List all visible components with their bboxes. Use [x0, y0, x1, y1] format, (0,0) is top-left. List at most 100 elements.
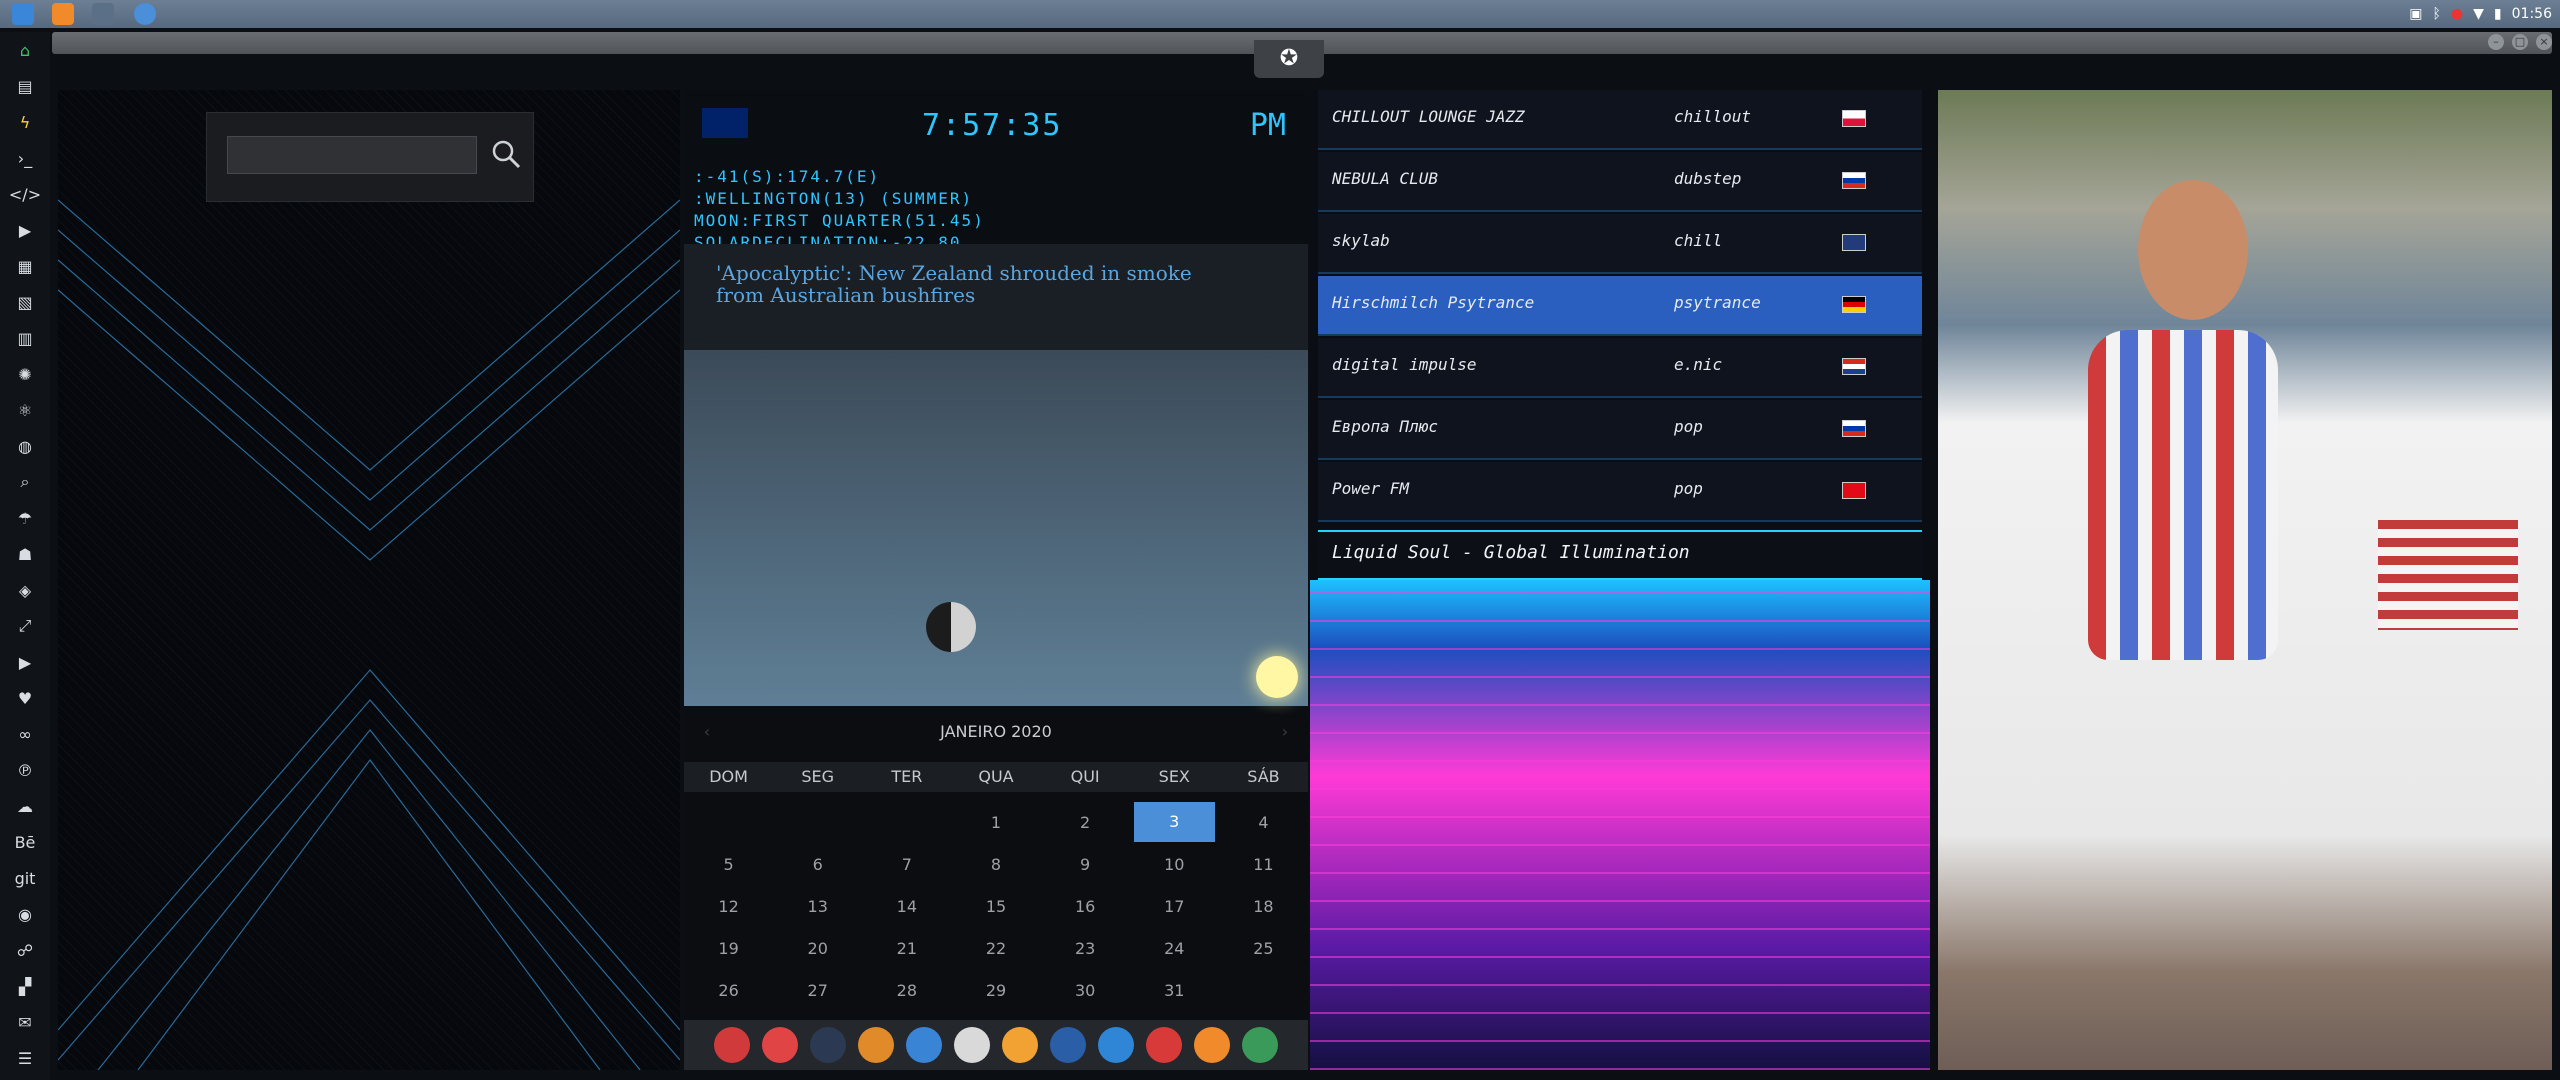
- news-ticker[interactable]: 'Apocalyptic': New Zealand shrouded in s…: [684, 244, 1308, 350]
- calendar-day-today[interactable]: 3: [1133, 802, 1215, 842]
- globe-icon[interactable]: ◍: [0, 428, 50, 464]
- radio-station-row[interactable]: Power FM pop: [1318, 462, 1922, 522]
- calendar-day[interactable]: 19: [684, 928, 773, 970]
- alert-icon[interactable]: ●: [2451, 6, 2463, 22]
- blank-app-icon[interactable]: [92, 3, 114, 25]
- calendar-day[interactable]: 2: [1041, 802, 1130, 844]
- calendar-day[interactable]: 10: [1130, 844, 1219, 886]
- github-icon[interactable]: ◉: [0, 896, 50, 932]
- fullscreen-icon[interactable]: ⤢: [0, 608, 50, 644]
- calendar-day[interactable]: 17: [1130, 886, 1219, 928]
- code-icon[interactable]: </>: [0, 176, 50, 212]
- calendar-day[interactable]: 7: [862, 844, 951, 886]
- calendar-day[interactable]: 1: [951, 802, 1040, 844]
- photos-icon[interactable]: [858, 1027, 894, 1063]
- calendar-day[interactable]: 22: [951, 928, 1040, 970]
- map-icon[interactable]: ▞: [0, 968, 50, 1004]
- window-icon[interactable]: [954, 1027, 990, 1063]
- server-icon[interactable]: ☰: [0, 1040, 50, 1076]
- radio-station-row[interactable]: CHILLOUT LOUNGE JAZZ chillout: [1318, 90, 1922, 150]
- image-icon[interactable]: ▧: [0, 284, 50, 320]
- yandex-icon[interactable]: [1242, 1027, 1278, 1063]
- calendar-day[interactable]: 26: [684, 970, 773, 1012]
- world-icon[interactable]: [1098, 1027, 1134, 1063]
- calendar-day[interactable]: 5: [684, 844, 773, 886]
- system-clock[interactable]: 01:56: [2512, 6, 2552, 22]
- calendar-next-icon[interactable]: ›: [1270, 714, 1300, 750]
- calendar-day[interactable]: 23: [1041, 928, 1130, 970]
- calendar-day[interactable]: 27: [773, 970, 862, 1012]
- image-icon[interactable]: ▣: [2409, 6, 2422, 22]
- calendar-day[interactable]: 14: [862, 886, 951, 928]
- calendar-day[interactable]: 29: [951, 970, 1040, 1012]
- behance-icon[interactable]: Bē: [0, 824, 50, 860]
- mail-icon[interactable]: ✉: [0, 1004, 50, 1040]
- bolt-icon[interactable]: ϟ: [0, 104, 50, 140]
- minimize-icon[interactable]: –: [2488, 34, 2504, 50]
- diamond-icon[interactable]: ◈: [0, 572, 50, 608]
- arrow-app-icon[interactable]: [1194, 1027, 1230, 1063]
- translate-icon[interactable]: [906, 1027, 942, 1063]
- calendar-day[interactable]: 8: [951, 844, 1040, 886]
- atom-icon[interactable]: ⚛: [0, 392, 50, 428]
- chrome-icon[interactable]: [134, 3, 156, 25]
- react-icon[interactable]: ✺: [0, 356, 50, 392]
- cloud-link-icon[interactable]: ∞: [0, 716, 50, 752]
- search-app-icon[interactable]: [1002, 1027, 1038, 1063]
- sun-icon: [1256, 656, 1298, 698]
- news-icon[interactable]: ▥: [0, 320, 50, 356]
- calendar-day[interactable]: 31: [1130, 970, 1219, 1012]
- wifi-icon[interactable]: ▼: [2473, 6, 2484, 22]
- maximize-icon[interactable]: □: [2512, 34, 2528, 50]
- pinterest-icon[interactable]: ℗: [0, 752, 50, 788]
- calendar-day[interactable]: 6: [773, 844, 862, 886]
- people-icon[interactable]: ☍: [0, 932, 50, 968]
- calendar-app-icon[interactable]: [1146, 1027, 1182, 1063]
- close-icon[interactable]: ×: [2536, 34, 2552, 50]
- contacts-icon[interactable]: ☗: [0, 536, 50, 572]
- document-icon[interactable]: ▤: [0, 68, 50, 104]
- calendar-day[interactable]: 24: [1130, 928, 1219, 970]
- file-manager-icon[interactable]: [12, 3, 34, 25]
- battery-icon[interactable]: ▮: [2494, 6, 2502, 22]
- files-icon[interactable]: ▦: [0, 248, 50, 284]
- calendar-day[interactable]: 11: [1219, 844, 1308, 886]
- globe-night-icon[interactable]: [810, 1027, 846, 1063]
- calendar-day[interactable]: 12: [684, 886, 773, 928]
- calendar-day[interactable]: 18: [1219, 886, 1308, 928]
- calendar-day[interactable]: 20: [773, 928, 862, 970]
- calendar-day[interactable]: 21: [862, 928, 951, 970]
- radio-station-name: skylab: [1332, 231, 1390, 250]
- hourglass-icon[interactable]: [762, 1027, 798, 1063]
- terminal-icon[interactable]: ›_: [0, 140, 50, 176]
- calendar-prev-icon[interactable]: ‹: [692, 714, 722, 750]
- calendar-day[interactable]: 28: [862, 970, 951, 1012]
- cloud-icon[interactable]: ☁: [0, 788, 50, 824]
- search-icon[interactable]: [489, 137, 523, 171]
- bluetooth-icon[interactable]: ᛒ: [2433, 6, 2441, 22]
- news-headline[interactable]: 'Apocalyptic': New Zealand shrouded in s…: [716, 262, 1236, 306]
- search-icon[interactable]: ⌕: [0, 464, 50, 500]
- radio-station-row[interactable]: digital impulse e.nic: [1318, 338, 1922, 398]
- umbrella-icon[interactable]: ☂: [0, 500, 50, 536]
- youtube-icon[interactable]: ▶: [0, 644, 50, 680]
- radio-station-row[interactable]: skylab chill: [1318, 214, 1922, 274]
- calendar-day[interactable]: 15: [951, 886, 1040, 928]
- search-input[interactable]: [227, 136, 477, 174]
- sublime-icon[interactable]: [52, 3, 74, 25]
- radio-station-row[interactable]: NEBULA CLUB dubstep: [1318, 152, 1922, 212]
- calendar-day[interactable]: 4: [1219, 802, 1308, 844]
- clock-app-icon[interactable]: [1050, 1027, 1086, 1063]
- triangle-app-icon[interactable]: [714, 1027, 750, 1063]
- calendar-day[interactable]: 13: [773, 886, 862, 928]
- calendar-day[interactable]: 16: [1041, 886, 1130, 928]
- play-icon[interactable]: ▶: [0, 212, 50, 248]
- calendar-day[interactable]: 9: [1041, 844, 1130, 886]
- calendar-day[interactable]: 25: [1219, 928, 1308, 970]
- heart-icon[interactable]: ♥: [0, 680, 50, 716]
- radio-station-row[interactable]: Европа Плюс pop: [1318, 400, 1922, 460]
- calendar-day[interactable]: 30: [1041, 970, 1130, 1012]
- git-icon[interactable]: git: [0, 860, 50, 896]
- home-icon[interactable]: ⌂: [0, 32, 50, 68]
- radio-station-row[interactable]: Hirschmilch Psytrance psytrance: [1318, 276, 1922, 336]
